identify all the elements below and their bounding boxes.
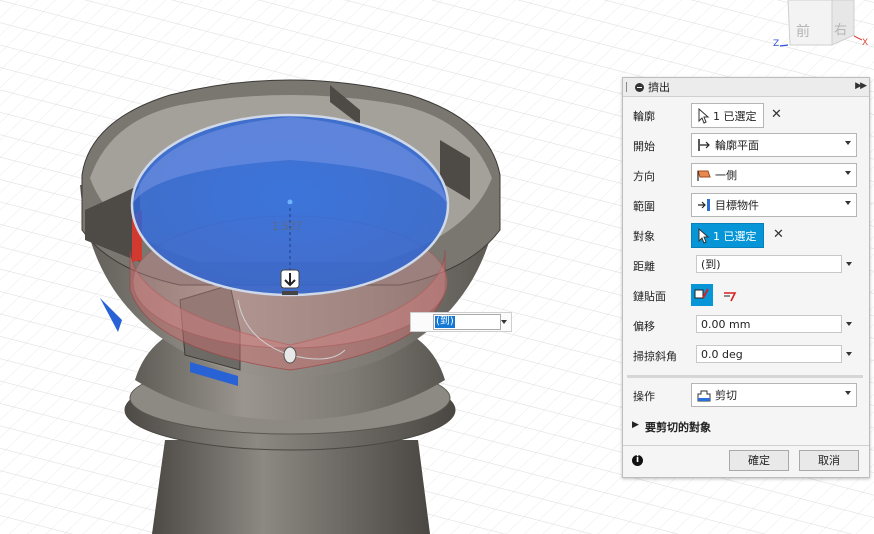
chevron-down-icon xyxy=(845,171,851,175)
cancel-button[interactable]: 取消 xyxy=(799,450,859,471)
object-label: 對象 xyxy=(633,230,655,243)
chevron-down-icon[interactable] xyxy=(846,322,852,326)
chain-face-label: 鏈貼面 xyxy=(633,290,666,303)
clear-selection-icon[interactable]: ✕ xyxy=(771,107,782,122)
chevron-down-icon[interactable] xyxy=(846,352,852,356)
profile-select-button[interactable]: 1 已選定 xyxy=(691,103,764,128)
viewcube-front-face[interactable] xyxy=(787,0,833,46)
viewcube-right-label: 右 xyxy=(834,23,847,38)
x-axis xyxy=(853,35,863,41)
divider xyxy=(627,375,863,378)
dialog-titlebar[interactable]: 擠出 ▶▶ xyxy=(623,78,869,97)
extrude-dialog: 擠出 ▶▶ 輪廓 1 已選定 ✕ 開始 輪廓平面 方向 一側 範圍 目標物件 對… xyxy=(622,77,870,478)
z-axis-label: Z xyxy=(773,39,779,49)
ok-button[interactable]: 確定 xyxy=(729,450,789,471)
operation-row: 操作 剪切 xyxy=(623,380,869,410)
distance-input[interactable]: (到) xyxy=(696,255,842,273)
object-value: 1 已選定 xyxy=(713,229,757,243)
angle-manipulator-handle[interactable] xyxy=(283,346,297,364)
viewcube[interactable]: 前 右 Z X xyxy=(770,0,874,60)
chevron-down-icon xyxy=(845,201,851,205)
taper-label: 掃掠斜角 xyxy=(633,350,677,363)
offset-label: 偏移 xyxy=(633,320,655,333)
extent-value: 目標物件 xyxy=(715,199,759,212)
expand-double-arrow-icon[interactable]: ▶▶ xyxy=(855,81,867,91)
x-axis-label: X xyxy=(862,38,868,48)
info-icon[interactable]: i xyxy=(632,455,643,466)
model-stem xyxy=(152,440,430,534)
viewcube-front-label: 前 xyxy=(796,23,810,40)
direction-dropdown[interactable]: 一側 xyxy=(691,163,857,187)
distance-manipulator-arrow[interactable] xyxy=(280,269,300,295)
taper-row: 掃掠斜角 0.0 deg xyxy=(623,340,869,370)
distance-row: 距離 (到) xyxy=(623,250,869,280)
to-object-icon xyxy=(698,199,710,211)
chevron-down-icon[interactable] xyxy=(501,320,507,324)
profile-plane-icon xyxy=(698,139,710,151)
start-row: 開始 輪廓平面 xyxy=(623,130,869,160)
start-label: 開始 xyxy=(633,140,655,153)
extent-dropdown[interactable]: 目標物件 xyxy=(691,193,857,217)
offset-input[interactable]: 0.00 mm xyxy=(696,315,842,333)
clear-selection-icon[interactable]: ✕ xyxy=(773,227,784,242)
chain-face-off-icon[interactable] xyxy=(721,286,739,304)
objects-to-cut-label: 要剪切的對象 xyxy=(645,421,711,434)
z-axis xyxy=(779,44,789,47)
chevron-down-icon xyxy=(845,141,851,145)
offset-row: 偏移 0.00 mm xyxy=(623,310,869,340)
operation-label: 操作 xyxy=(633,390,655,403)
collapse-icon[interactable] xyxy=(635,82,644,92)
dialog-footer: i 確定 取消 xyxy=(623,445,869,478)
profile-center xyxy=(287,199,293,205)
direction-row: 方向 一側 xyxy=(623,160,869,190)
start-value: 輪廓平面 xyxy=(715,139,759,152)
object-row: 對象 1 已選定 ✕ xyxy=(623,220,869,250)
cursor-icon xyxy=(698,107,710,124)
one-side-icon xyxy=(697,170,711,181)
inline-distance-input[interactable]: (到) xyxy=(410,312,512,332)
profile-row: 輪廓 1 已選定 ✕ xyxy=(623,100,869,130)
start-dropdown[interactable]: 輪廓平面 xyxy=(691,133,857,157)
distance-label: 距離 xyxy=(633,260,655,273)
direction-value: 一側 xyxy=(715,169,737,182)
extent-row: 範圍 目標物件 xyxy=(623,190,869,220)
objects-to-cut-section[interactable]: ▶ 要剪切的對象 xyxy=(623,412,869,442)
direction-label: 方向 xyxy=(633,170,655,183)
inline-distance-value: (到) xyxy=(435,316,455,328)
chain-face-on-icon[interactable] xyxy=(691,284,713,306)
taper-input[interactable]: 0.0 deg xyxy=(696,345,842,363)
dialog-title: 擠出 xyxy=(648,81,670,94)
object-select-button[interactable]: 1 已選定 xyxy=(691,223,764,248)
operation-value: 剪切 xyxy=(715,389,737,402)
profile-value: 1 已選定 xyxy=(713,109,757,123)
cut-icon xyxy=(697,390,711,402)
expand-triangle-icon[interactable]: ▶ xyxy=(632,420,639,430)
cursor-icon xyxy=(698,227,710,244)
chain-face-row: 鏈貼面 xyxy=(623,280,869,310)
chevron-down-icon[interactable] xyxy=(846,262,852,266)
drag-grip-icon[interactable] xyxy=(626,82,629,92)
profile-label: 輪廓 xyxy=(633,110,655,123)
dimension-label: 1.527 xyxy=(272,219,302,233)
chevron-down-icon xyxy=(845,391,851,395)
extent-label: 範圍 xyxy=(633,200,655,213)
operation-dropdown[interactable]: 剪切 xyxy=(691,383,857,407)
